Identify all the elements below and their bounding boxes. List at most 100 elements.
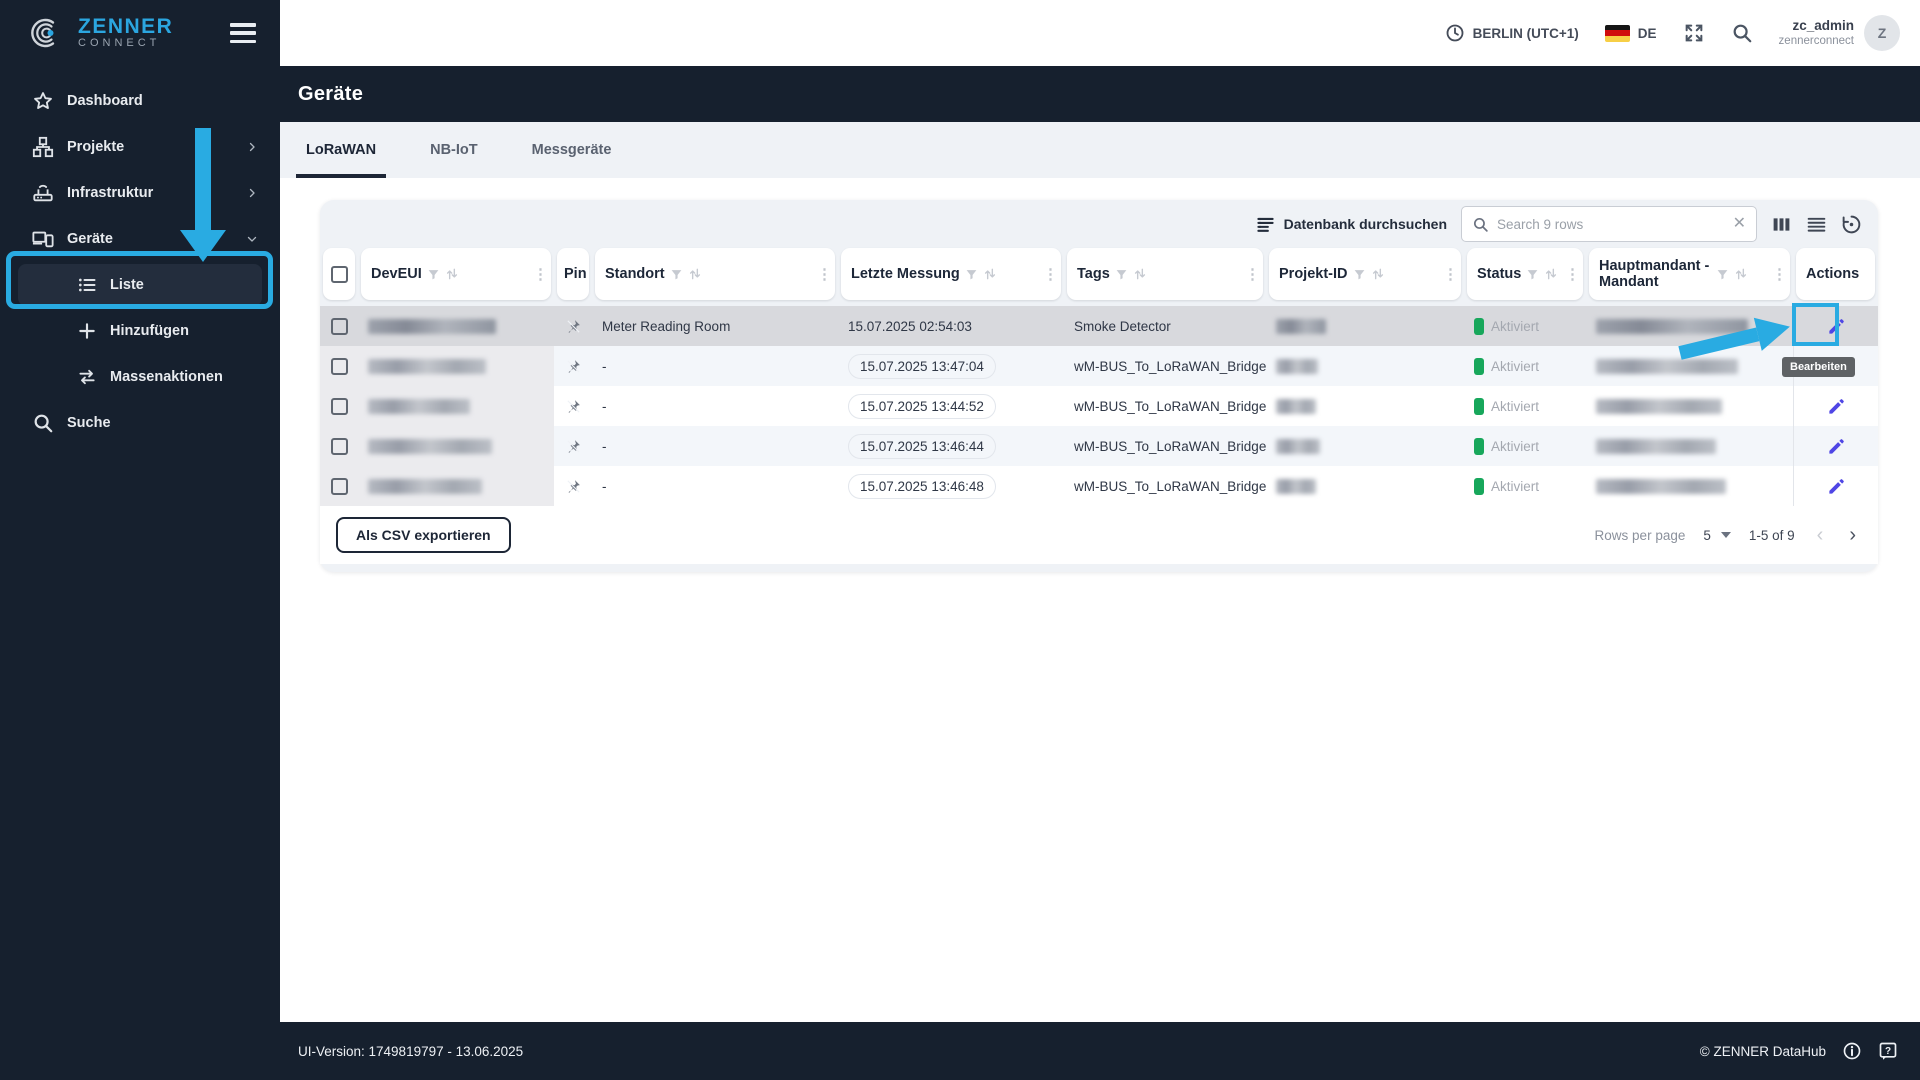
edit-button[interactable] xyxy=(1819,389,1853,423)
messung-value: 15.07.2025 02:54:03 xyxy=(848,318,972,334)
select-all-checkbox[interactable] xyxy=(330,265,348,283)
columns-icon[interactable] xyxy=(1771,214,1792,235)
sort-icon[interactable] xyxy=(1371,267,1385,281)
redacted-projekt-id xyxy=(1276,318,1326,334)
filter-icon[interactable] xyxy=(1526,268,1539,281)
edit-button[interactable] xyxy=(1819,309,1853,343)
row-checkbox[interactable] xyxy=(330,357,348,375)
avatar[interactable]: Z xyxy=(1864,15,1900,51)
global-search-icon[interactable] xyxy=(1731,22,1753,44)
table-row[interactable]: - 15.07.2025 13:47:04 wM-BUS_To_LoRaWAN_… xyxy=(320,346,1878,386)
col-header-projekt-id[interactable]: Projekt-ID ⋮ xyxy=(1269,248,1461,300)
pin-off-icon[interactable] xyxy=(565,438,582,455)
filter-icon[interactable] xyxy=(1716,268,1729,281)
pin-off-icon[interactable] xyxy=(565,478,582,495)
pagination: Rows per page 5 1-5 of 9 ‹ › xyxy=(1595,525,1860,545)
search-icon xyxy=(1472,216,1489,233)
hauptmandant-cell xyxy=(1586,386,1793,426)
col-header-letzte-messung[interactable]: Letzte Messung ⋮ xyxy=(841,248,1061,300)
redacted-projekt-id xyxy=(1276,478,1316,494)
filter-icon[interactable] xyxy=(1115,268,1128,281)
deveui-cell xyxy=(358,346,554,386)
tab-nbiot[interactable]: NB-IoT xyxy=(420,122,488,178)
pin-off-icon[interactable] xyxy=(565,398,582,415)
row-checkbox[interactable] xyxy=(330,317,348,335)
help-icon[interactable] xyxy=(1878,1041,1898,1061)
sidebar-item-liste[interactable]: Liste xyxy=(0,262,280,308)
col-header-tags[interactable]: Tags ⋮ xyxy=(1067,248,1263,300)
table-row[interactable]: Meter Reading Room 15.07.2025 02:54:03 S… xyxy=(320,306,1878,346)
pin-off-icon[interactable] xyxy=(565,358,582,375)
language-switcher[interactable]: DE xyxy=(1604,24,1657,42)
export-csv-button[interactable]: Als CSV exportieren xyxy=(336,517,511,553)
column-menu-icon[interactable]: ⋮ xyxy=(1443,265,1458,283)
redacted-deveui xyxy=(368,478,482,494)
tab-messgeraete[interactable]: Messgeräte xyxy=(522,122,622,178)
timezone-display[interactable]: BERLIN (UTC+1) xyxy=(1445,23,1579,43)
filter-icon[interactable] xyxy=(1353,268,1366,281)
column-menu-icon[interactable]: ⋮ xyxy=(1565,265,1580,283)
edit-button[interactable] xyxy=(1819,469,1853,503)
prev-page-button[interactable]: ‹ xyxy=(1813,525,1828,545)
filter-icon[interactable] xyxy=(670,268,683,281)
col-label: Projekt-ID xyxy=(1279,266,1348,282)
chevron-right-icon xyxy=(246,141,258,153)
database-list-icon xyxy=(1256,215,1275,234)
info-icon[interactable] xyxy=(1842,1041,1862,1061)
next-page-button[interactable]: › xyxy=(1845,525,1860,545)
sort-icon[interactable] xyxy=(983,267,997,281)
sidebar-item-dashboard[interactable]: Dashboard xyxy=(0,78,280,124)
status-indicator xyxy=(1474,397,1484,415)
sort-icon[interactable] xyxy=(688,267,702,281)
rows-per-page-select[interactable]: 5 xyxy=(1703,528,1731,543)
column-menu-icon[interactable]: ⋮ xyxy=(1043,265,1058,283)
sidebar-item-geraete[interactable]: Geräte xyxy=(0,216,280,262)
filter-icon[interactable] xyxy=(427,268,440,281)
column-menu-icon[interactable]: ⋮ xyxy=(533,265,548,283)
col-header-hauptmandant[interactable]: Hauptmandant - Mandant ⋮ xyxy=(1589,248,1790,300)
column-menu-icon[interactable]: ⋮ xyxy=(817,265,832,283)
pin-off-icon[interactable] xyxy=(565,318,582,335)
edit-button[interactable] xyxy=(1819,429,1853,463)
table-header-row: DevEUI ⋮ Pin Standort ⋮ Letzte Messung ⋮… xyxy=(320,248,1878,306)
col-header-status[interactable]: Status ⋮ xyxy=(1467,248,1583,300)
sort-icon[interactable] xyxy=(1734,267,1748,281)
table-search-input[interactable] xyxy=(1497,216,1725,232)
pin-cell xyxy=(554,306,592,346)
sort-icon[interactable] xyxy=(445,267,459,281)
column-menu-icon[interactable]: ⋮ xyxy=(1772,265,1787,283)
restore-history-icon[interactable] xyxy=(1841,214,1862,235)
table-row[interactable]: - 15.07.2025 13:46:44 wM-BUS_To_LoRaWAN_… xyxy=(320,426,1878,466)
redacted-projekt-id xyxy=(1276,398,1316,414)
sort-icon[interactable] xyxy=(1133,267,1147,281)
sort-icon[interactable] xyxy=(1544,267,1558,281)
pin-cell xyxy=(554,466,592,506)
edit-tooltip: Bearbeiten xyxy=(1782,357,1855,377)
clear-search-icon[interactable]: ✕ xyxy=(1733,216,1746,232)
table-row[interactable]: - 15.07.2025 13:44:52 wM-BUS_To_LoRaWAN_… xyxy=(320,386,1878,426)
sidebar-item-projekte[interactable]: Projekte xyxy=(0,124,280,170)
col-header-pin[interactable]: Pin xyxy=(557,248,589,300)
col-header-standort[interactable]: Standort ⋮ xyxy=(595,248,835,300)
row-checkbox[interactable] xyxy=(330,477,348,495)
sidebar-item-suche[interactable]: Suche xyxy=(0,400,280,446)
filter-icon[interactable] xyxy=(965,268,978,281)
table-row[interactable]: - 15.07.2025 13:46:48 wM-BUS_To_LoRaWAN_… xyxy=(320,466,1878,506)
sidebar-item-hinzufuegen[interactable]: Hinzufügen xyxy=(0,308,280,354)
sidebar-item-infrastruktur[interactable]: Infrastruktur xyxy=(0,170,280,216)
logo-line1: ZENNER xyxy=(78,14,174,38)
database-search-button[interactable]: Datenbank durchsuchen xyxy=(1256,215,1447,234)
device-table-card: Datenbank durchsuchen ✕ DevEUI ⋮ xyxy=(320,200,1878,572)
tab-lorawan[interactable]: LoRaWAN xyxy=(296,122,387,178)
fullscreen-icon[interactable] xyxy=(1683,22,1705,44)
user-menu[interactable]: zc_admin zennerconnect Z xyxy=(1779,15,1900,51)
column-menu-icon[interactable]: ⋮ xyxy=(1245,265,1260,283)
col-header-deveui[interactable]: DevEUI ⋮ xyxy=(361,248,551,300)
sidebar-item-massenaktionen[interactable]: Massenaktionen xyxy=(0,354,280,400)
col-label: DevEUI xyxy=(371,266,422,282)
density-icon[interactable] xyxy=(1806,214,1827,235)
row-checkbox[interactable] xyxy=(330,437,348,455)
database-search-label: Datenbank durchsuchen xyxy=(1283,216,1447,232)
menu-toggle-icon[interactable] xyxy=(230,23,256,43)
row-checkbox[interactable] xyxy=(330,397,348,415)
